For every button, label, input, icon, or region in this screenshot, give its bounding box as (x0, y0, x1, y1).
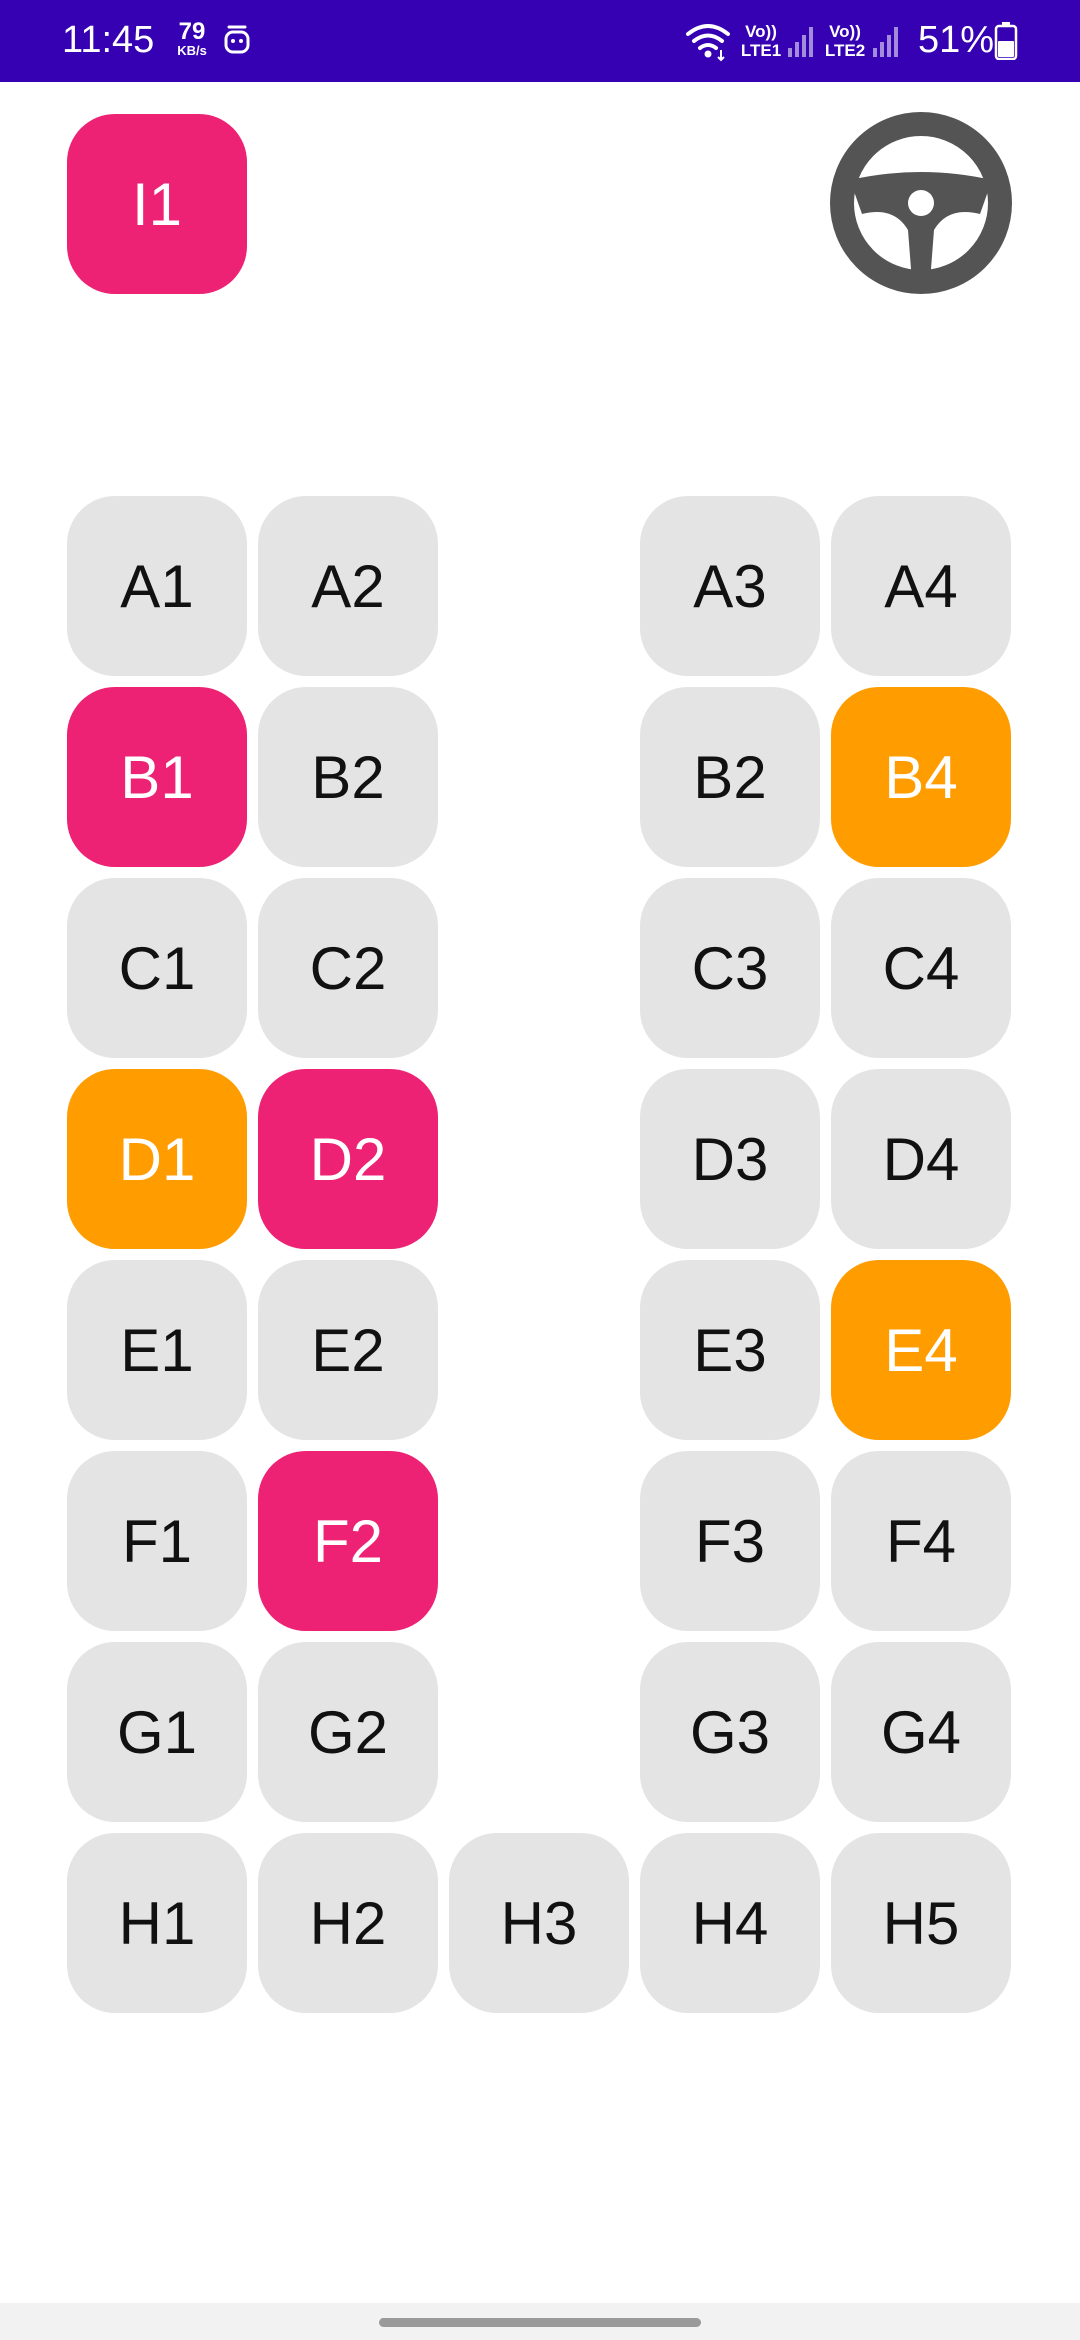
signal-icon (873, 27, 898, 57)
sim2-volte-label: Vo)) (829, 22, 861, 41)
battery-percent: 51% (918, 19, 995, 61)
home-gesture-handle[interactable] (379, 2318, 701, 2327)
seat-B4[interactable]: B4 (831, 687, 1011, 867)
seat-E3[interactable]: E3 (640, 1260, 820, 1440)
seat-F3[interactable]: F3 (640, 1451, 820, 1631)
seat-A2[interactable]: A2 (258, 496, 438, 676)
seat-H4[interactable]: H4 (640, 1833, 820, 2013)
seat-C1[interactable]: C1 (67, 878, 247, 1058)
seat-G2[interactable]: G2 (258, 1642, 438, 1822)
seat-H1[interactable]: H1 (67, 1833, 247, 2013)
sim1-indicator: Vo)) LTE1 (738, 22, 784, 60)
sim1-lte-label: LTE1 (740, 41, 782, 60)
seat-H2[interactable]: H2 (258, 1833, 438, 2013)
seat-B2[interactable]: B2 (258, 687, 438, 867)
seat-G3[interactable]: G3 (640, 1642, 820, 1822)
navigation-bar (0, 2303, 1080, 2340)
seat-C3[interactable]: C3 (640, 878, 820, 1058)
seat-E4[interactable]: E4 (831, 1260, 1011, 1440)
battery-icon (994, 22, 1018, 60)
seat-B1[interactable]: B1 (67, 687, 247, 867)
seat-F2[interactable]: F2 (258, 1451, 438, 1631)
seat-G1[interactable]: G1 (67, 1642, 247, 1822)
seat-G4[interactable]: G4 (831, 1642, 1011, 1822)
seat-C4[interactable]: C4 (831, 878, 1011, 1058)
seat-E2[interactable]: E2 (258, 1260, 438, 1440)
seat-A1[interactable]: A1 (67, 496, 247, 676)
network-speed-value: 79 (178, 18, 206, 45)
seat-D2[interactable]: D2 (258, 1069, 438, 1249)
sim2-lte-label: LTE2 (824, 41, 866, 60)
network-speed-unit: KB/s (177, 43, 207, 58)
steering-wheel-icon (830, 112, 1012, 294)
seat-F4[interactable]: F4 (831, 1451, 1011, 1631)
seat-I1[interactable]: I1 (67, 114, 247, 294)
status-bar: 11:45 79 KB/s Vo)) LTE1 Vo)) LTE2 51% (0, 0, 1080, 82)
seat-D1[interactable]: D1 (67, 1069, 247, 1249)
seat-E1[interactable]: E1 (67, 1260, 247, 1440)
seat-A4[interactable]: A4 (831, 496, 1011, 676)
seat-H3[interactable]: H3 (449, 1833, 629, 2013)
sim1-volte-label: Vo)) (745, 22, 777, 41)
status-time: 11:45 (62, 19, 155, 61)
sim2-indicator: Vo)) LTE2 (822, 22, 868, 60)
wifi-icon (686, 24, 730, 62)
seat-A3[interactable]: A3 (640, 496, 820, 676)
notification-icon (224, 25, 250, 54)
network-speed: 79 KB/s (172, 20, 212, 58)
seat-B3[interactable]: B2 (640, 687, 820, 867)
seat-D3[interactable]: D3 (640, 1069, 820, 1249)
signal-icon (788, 27, 813, 57)
seat-C2[interactable]: C2 (258, 878, 438, 1058)
seat-F1[interactable]: F1 (67, 1451, 247, 1631)
seat-D4[interactable]: D4 (831, 1069, 1011, 1249)
seat-H5[interactable]: H5 (831, 1833, 1011, 2013)
